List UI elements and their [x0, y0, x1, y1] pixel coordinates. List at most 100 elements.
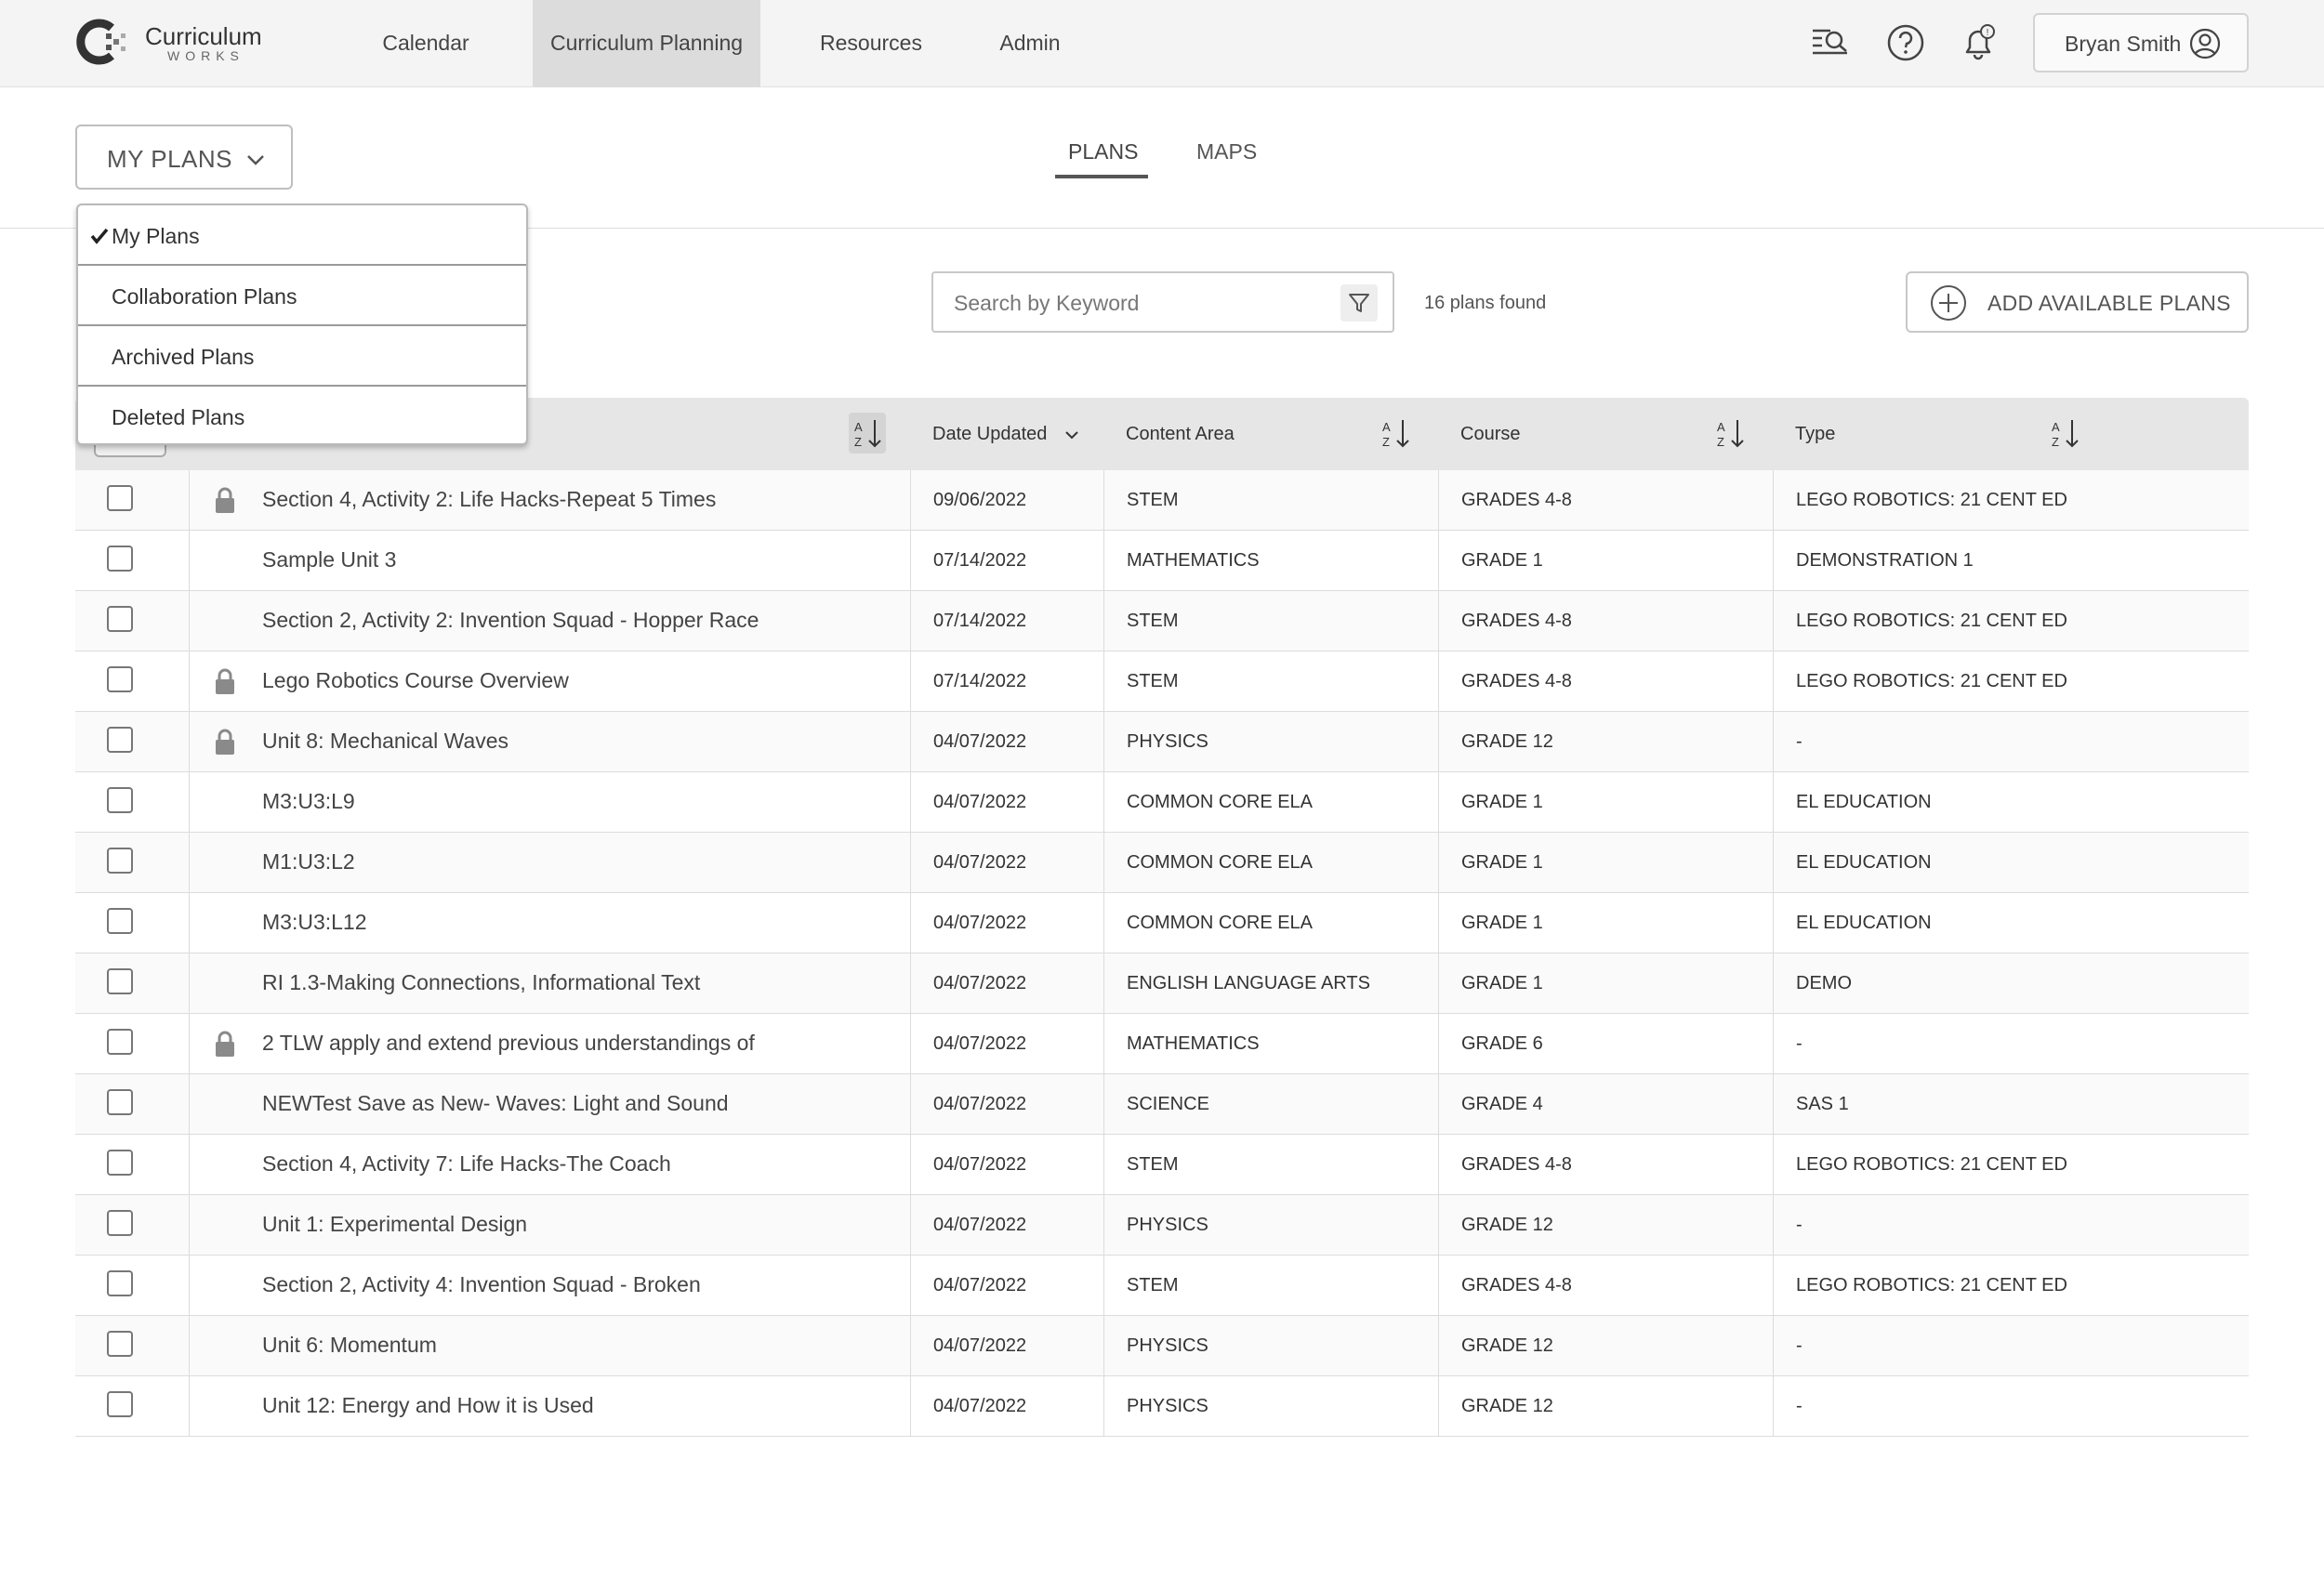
- menu-item-collaboration-plans[interactable]: Collaboration Plans: [78, 266, 526, 326]
- search-input[interactable]: [954, 286, 1326, 320]
- row-checkbox[interactable]: [107, 1270, 133, 1296]
- nav-calendar[interactable]: Calendar: [364, 0, 487, 87]
- title-cell[interactable]: Section 2, Activity 4: Invention Squad -…: [189, 1256, 910, 1316]
- title-cell[interactable]: Section 4, Activity 7: Life Hacks-The Co…: [189, 1135, 910, 1195]
- plan-title[interactable]: Section 4, Activity 7: Life Hacks-The Co…: [262, 1151, 671, 1177]
- plan-title[interactable]: Section 2, Activity 2: Invention Squad -…: [262, 608, 759, 633]
- content-area: STEM: [1127, 490, 1179, 510]
- date-updated: 04/07/2022: [933, 1094, 1027, 1114]
- nav-curriculum-planning[interactable]: Curriculum Planning: [533, 0, 760, 87]
- row-checkbox[interactable]: [107, 666, 133, 692]
- plan-title[interactable]: NEWTest Save as New- Waves: Light and So…: [262, 1091, 729, 1116]
- row-checkbox[interactable]: [107, 1391, 133, 1417]
- table-row[interactable]: 2 TLW apply and extend previous understa…: [75, 1014, 2249, 1074]
- row-checkbox[interactable]: [107, 1089, 133, 1115]
- row-checkbox[interactable]: [107, 1150, 133, 1176]
- date-column-header[interactable]: Date Updated: [910, 398, 1103, 470]
- title-cell[interactable]: Unit 8: Mechanical Waves: [189, 712, 910, 772]
- plan-title[interactable]: Section 2, Activity 4: Invention Squad -…: [262, 1272, 701, 1297]
- menu-item-archived-plans[interactable]: Archived Plans: [78, 326, 526, 387]
- table-row[interactable]: M3:U3:L12 04/07/2022 COMMON CORE ELA GRADE …: [75, 893, 2249, 953]
- help-icon[interactable]: [1885, 22, 1926, 63]
- curriculum-works-logo[interactable]: Curriculum WORKS: [74, 19, 270, 65]
- table-row[interactable]: Section 4, Activity 2: Life Hacks-Repeat…: [75, 470, 2249, 531]
- plan-title[interactable]: Lego Robotics Course Overview: [262, 668, 569, 693]
- plan-title[interactable]: M3:U3:L12: [262, 910, 367, 935]
- plan-title[interactable]: M3:U3:L9: [262, 789, 355, 814]
- plan-title[interactable]: RI 1.3-Making Connections, Informational…: [262, 970, 700, 995]
- title-cell[interactable]: Lego Robotics Course Overview: [189, 651, 910, 712]
- title-cell[interactable]: NEWTest Save as New- Waves: Light and So…: [189, 1074, 910, 1135]
- title-cell[interactable]: M3:U3:L9: [189, 772, 910, 833]
- plan-title[interactable]: Sample Unit 3: [262, 547, 396, 572]
- svg-text:A: A: [854, 420, 863, 434]
- row-checkbox[interactable]: [107, 606, 133, 632]
- row-checkbox[interactable]: [107, 485, 133, 511]
- title-cell[interactable]: M3:U3:L12: [189, 893, 910, 953]
- title-cell[interactable]: RI 1.3-Making Connections, Informational…: [189, 953, 910, 1014]
- table-row[interactable]: NEWTest Save as New- Waves: Light and So…: [75, 1074, 2249, 1135]
- table-row[interactable]: Section 4, Activity 7: Life Hacks-The Co…: [75, 1135, 2249, 1195]
- type-cell: -: [1773, 1014, 2249, 1074]
- date-cell: 09/06/2022: [910, 470, 1103, 531]
- add-available-plans-label: ADD AVAILABLE PLANS: [1987, 291, 2231, 315]
- add-available-plans-button[interactable]: ADD AVAILABLE PLANS: [1906, 271, 2249, 333]
- table-row[interactable]: Lego Robotics Course Overview 07/14/2022 S…: [75, 651, 2249, 712]
- row-select-cell: [75, 1316, 189, 1376]
- row-checkbox[interactable]: [107, 546, 133, 572]
- table-row[interactable]: Section 2, Activity 4: Invention Squad -…: [75, 1256, 2249, 1316]
- menu-item-my-plans[interactable]: My Plans: [78, 205, 526, 266]
- table-row[interactable]: Section 2, Activity 2: Invention Squad -…: [75, 591, 2249, 651]
- plan-title[interactable]: Unit 6: Momentum: [262, 1333, 437, 1358]
- plan-title[interactable]: M1:U3:L2: [262, 849, 355, 874]
- row-checkbox[interactable]: [107, 848, 133, 874]
- table-row[interactable]: Unit 6: Momentum 04/07/2022 PHYSICS GRADE 1…: [75, 1316, 2249, 1376]
- plan-title[interactable]: Unit 12: Energy and How it is Used: [262, 1393, 594, 1418]
- table-row[interactable]: Sample Unit 3 07/14/2022 MATHEMATICS GRADE …: [75, 531, 2249, 591]
- filter-button[interactable]: [1340, 284, 1378, 322]
- row-checkbox[interactable]: [107, 787, 133, 813]
- date-updated: 07/14/2022: [933, 611, 1027, 631]
- sort-course-icon[interactable]: A Z: [1711, 413, 1749, 454]
- sort-title-icon[interactable]: A Z: [849, 413, 886, 454]
- row-checkbox[interactable]: [107, 968, 133, 994]
- tab-plans[interactable]: PLANS: [1068, 139, 1138, 164]
- nav-admin[interactable]: Admin: [984, 0, 1076, 87]
- row-checkbox[interactable]: [107, 727, 133, 753]
- plan-title[interactable]: Unit 8: Mechanical Waves: [262, 729, 508, 754]
- table-row[interactable]: M3:U3:L9 04/07/2022 COMMON CORE ELA GRADE 1…: [75, 772, 2249, 833]
- table-row[interactable]: Unit 8: Mechanical Waves 04/07/2022 PHYSIC…: [75, 712, 2249, 772]
- title-cell[interactable]: Section 2, Activity 2: Invention Squad -…: [189, 591, 910, 651]
- date-updated: 04/07/2022: [933, 1215, 1027, 1235]
- table-row[interactable]: RI 1.3-Making Connections, Informational…: [75, 953, 2249, 1014]
- date-updated: 04/07/2022: [933, 913, 1027, 933]
- row-checkbox[interactable]: [107, 908, 133, 934]
- title-cell[interactable]: Unit 6: Momentum: [189, 1316, 910, 1376]
- title-cell[interactable]: Section 4, Activity 2: Life Hacks-Repeat…: [189, 470, 910, 531]
- date-updated: 07/14/2022: [933, 671, 1027, 691]
- nav-resources[interactable]: Resources: [807, 0, 935, 87]
- title-cell[interactable]: Sample Unit 3: [189, 531, 910, 591]
- table-row[interactable]: Unit 12: Energy and How it is Used 04/07/…: [75, 1376, 2249, 1437]
- search-list-icon[interactable]: [1810, 22, 1851, 63]
- plan-title[interactable]: 2 TLW apply and extend previous understa…: [262, 1031, 755, 1056]
- title-cell[interactable]: M1:U3:L2: [189, 833, 910, 893]
- course: GRADE 12: [1461, 1396, 1553, 1416]
- title-cell[interactable]: Unit 12: Energy and How it is Used: [189, 1376, 910, 1437]
- row-checkbox[interactable]: [107, 1029, 133, 1055]
- sort-content-icon[interactable]: A Z: [1377, 413, 1414, 454]
- plans-filter-select[interactable]: MY PLANS: [75, 125, 293, 190]
- tab-maps[interactable]: MAPS: [1196, 139, 1257, 164]
- row-checkbox[interactable]: [107, 1331, 133, 1357]
- title-cell[interactable]: 2 TLW apply and extend previous understa…: [189, 1014, 910, 1074]
- title-cell[interactable]: Unit 1: Experimental Design: [189, 1195, 910, 1256]
- plan-title[interactable]: Unit 1: Experimental Design: [262, 1212, 527, 1237]
- sort-type-icon[interactable]: A Z: [2046, 413, 2083, 454]
- notification-bell-icon[interactable]: !: [1958, 22, 1999, 63]
- row-checkbox[interactable]: [107, 1210, 133, 1236]
- user-menu-button[interactable]: Bryan Smith: [2033, 13, 2249, 72]
- table-row[interactable]: Unit 1: Experimental Design 04/07/2022 PHY…: [75, 1195, 2249, 1256]
- table-row[interactable]: M1:U3:L2 04/07/2022 COMMON CORE ELA GRADE 1…: [75, 833, 2249, 893]
- plan-title[interactable]: Section 4, Activity 2: Life Hacks-Repeat…: [262, 487, 716, 512]
- menu-item-deleted-plans[interactable]: Deleted Plans: [78, 387, 526, 447]
